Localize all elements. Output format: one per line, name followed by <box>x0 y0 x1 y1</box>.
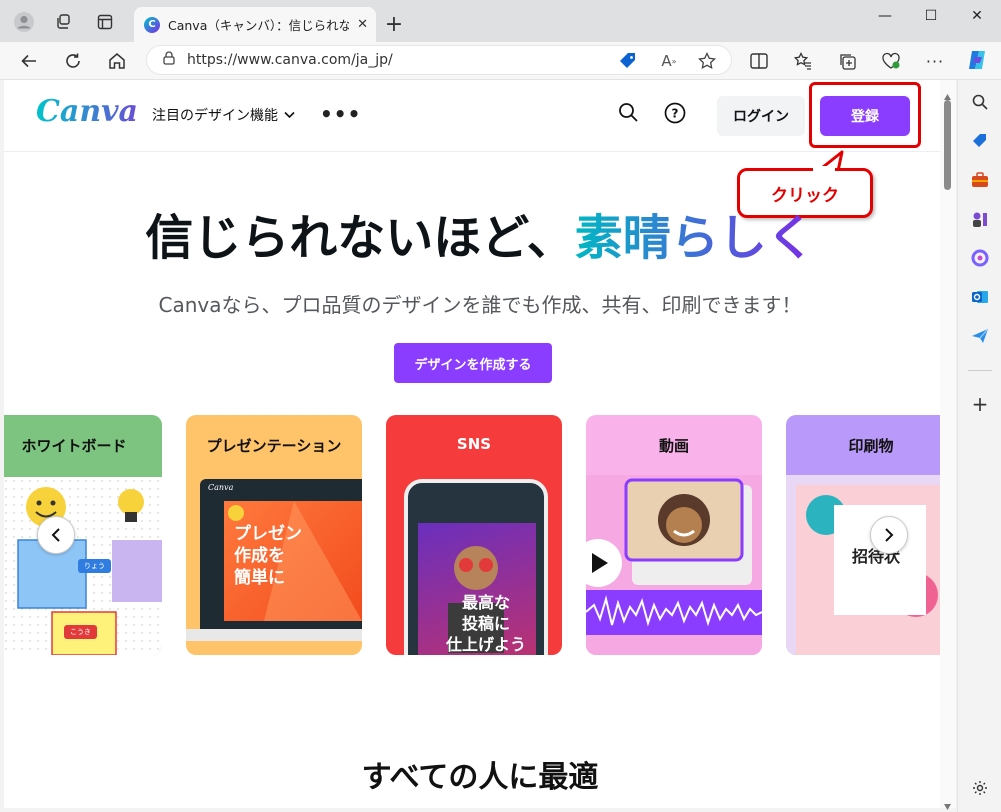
refresh-icon[interactable] <box>58 46 88 76</box>
tab-title: Canva（キャンバ）：信じられないほ <box>168 18 350 33</box>
card-title: SNS <box>456 435 492 453</box>
laptop-screen: Canva プレゼン 作成を 簡単に <box>200 479 362 629</box>
favorites-list-icon[interactable] <box>788 46 818 76</box>
settings-more-icon[interactable]: ··· <box>920 46 950 76</box>
web-page: Canva 注目のデザイン機能 ••• ? ログイン 登録 クリック 信じられな… <box>4 80 956 808</box>
card-title: 印刷物 <box>848 437 894 455</box>
chevron-left-icon <box>51 528 60 542</box>
close-window-button[interactable]: ✕ <box>954 0 1000 32</box>
shopping-tag-icon[interactable] <box>966 127 994 155</box>
url-text: https://www.canva.com/ja_jp/ <box>187 52 393 68</box>
minimize-button[interactable]: — <box>862 0 908 32</box>
card-video[interactable]: 動画 <box>586 415 762 655</box>
whiteboard-canvas: りょう こうき <box>4 477 162 655</box>
workspaces-icon[interactable] <box>49 8 77 36</box>
new-tab-button[interactable]: + <box>380 10 408 38</box>
hero-subline: Canvaなら、プロ品質のデザインを誰でも作成、共有、印刷できます！ <box>158 293 802 317</box>
nav-features-menu[interactable]: 注目のデザイン機能 <box>152 105 295 125</box>
profile-icon[interactable] <box>10 8 38 36</box>
login-button[interactable]: ログイン <box>717 96 805 136</box>
post-text: 最高な 投稿に 仕上げよう <box>446 593 527 654</box>
split-screen-icon[interactable] <box>744 46 774 76</box>
sticky-label: りょう <box>78 559 111 573</box>
carousel-prev-button[interactable] <box>37 516 75 554</box>
add-sidebar-app-icon[interactable]: + <box>966 390 994 418</box>
tab-canva[interactable]: C Canva（キャンバ）：信じられないほ ✕ <box>134 7 376 42</box>
lock-icon <box>163 51 175 69</box>
tools-briefcase-icon[interactable] <box>966 166 994 194</box>
slide-preview: プレゼン 作成を 簡単に <box>224 501 362 621</box>
headline-accent: 素晴らしく <box>574 210 815 266</box>
hero-headline: 信じられないほど、素晴らしく <box>4 198 956 268</box>
headline-plain: 信じられないほど、 <box>145 210 575 266</box>
chevron-right-icon <box>885 528 894 542</box>
create-design-button[interactable]: デザインを作成する <box>394 343 552 383</box>
sticky-label: こうき <box>64 625 97 639</box>
edge-sidebar: + <box>957 80 1001 812</box>
card-title: 動画 <box>658 437 689 455</box>
sidebar-settings-gear-icon[interactable] <box>966 774 994 802</box>
card-title: プレゼンテーション <box>206 437 342 455</box>
back-icon[interactable] <box>14 46 44 76</box>
tab-actions-icon[interactable] <box>91 8 119 36</box>
card-sns[interactable]: SNS 最高な 投稿に 仕上げよう <box>386 415 562 655</box>
address-bar[interactable]: https://www.canva.com/ja_jp/ <box>146 45 732 75</box>
scroll-down-arrow-icon[interactable] <box>943 796 952 810</box>
phone-frame: 最高な 投稿に 仕上げよう <box>404 479 548 655</box>
browser-essentials-icon[interactable] <box>876 46 906 76</box>
home-icon[interactable] <box>102 46 132 76</box>
canva-logo[interactable]: Canva <box>36 94 138 129</box>
card-presentation[interactable]: プレゼンテーション Canva プレゼン 作成を 簡単に <box>186 415 362 655</box>
scrollbar-thumb[interactable] <box>944 100 951 190</box>
card-whiteboard[interactable]: ホワイトボード りょう こうき <box>4 415 162 655</box>
site-header: Canva 注目のデザイン機能 ••• ? ログイン 登録 <box>4 80 956 152</box>
maximize-button[interactable]: ☐ <box>908 0 954 32</box>
outlook-icon[interactable] <box>966 283 994 311</box>
video-illustration <box>586 475 762 655</box>
read-aloud-icon[interactable]: A» <box>654 46 684 76</box>
mini-canva-logo: Canva <box>208 483 234 492</box>
coupon-tag-icon[interactable] <box>613 46 643 76</box>
chevron-down-icon <box>284 107 295 123</box>
favorite-star-icon[interactable] <box>692 46 722 76</box>
card-title: ホワイトボード <box>21 437 127 455</box>
close-tab-icon[interactable]: ✕ <box>357 17 368 32</box>
svg-text:?: ? <box>672 107 679 121</box>
post-image: 最高な 投稿に 仕上げよう <box>418 523 536 655</box>
slide-text: プレゼン 作成を 簡単に <box>234 524 302 589</box>
games-icon[interactable] <box>966 205 994 233</box>
help-icon[interactable]: ? <box>664 102 686 128</box>
scroll-up-arrow-icon[interactable] <box>943 86 952 100</box>
title-bar: C Canva（キャンバ）：信じられないほ ✕ + — ☐ ✕ <box>0 0 1001 42</box>
copilot-icon[interactable] <box>962 45 992 75</box>
section-title: すべての人に最適 <box>361 760 599 795</box>
site-search-icon[interactable] <box>618 102 638 126</box>
carousel-next-button[interactable] <box>870 516 908 554</box>
annotation-highlight-box <box>809 82 921 148</box>
sidebar-divider <box>968 370 992 371</box>
nav-features-label: 注目のデザイン機能 <box>152 108 278 124</box>
laptop-base <box>186 629 362 641</box>
canva-favicon-icon: C <box>144 16 160 33</box>
search-icon[interactable] <box>966 88 994 116</box>
callout-tail-cover <box>813 166 835 172</box>
more-menu-icon[interactable]: ••• <box>320 102 361 126</box>
microsoft-365-icon[interactable] <box>966 244 994 272</box>
drop-send-icon[interactable] <box>966 322 994 350</box>
collections-icon[interactable] <box>832 46 862 76</box>
